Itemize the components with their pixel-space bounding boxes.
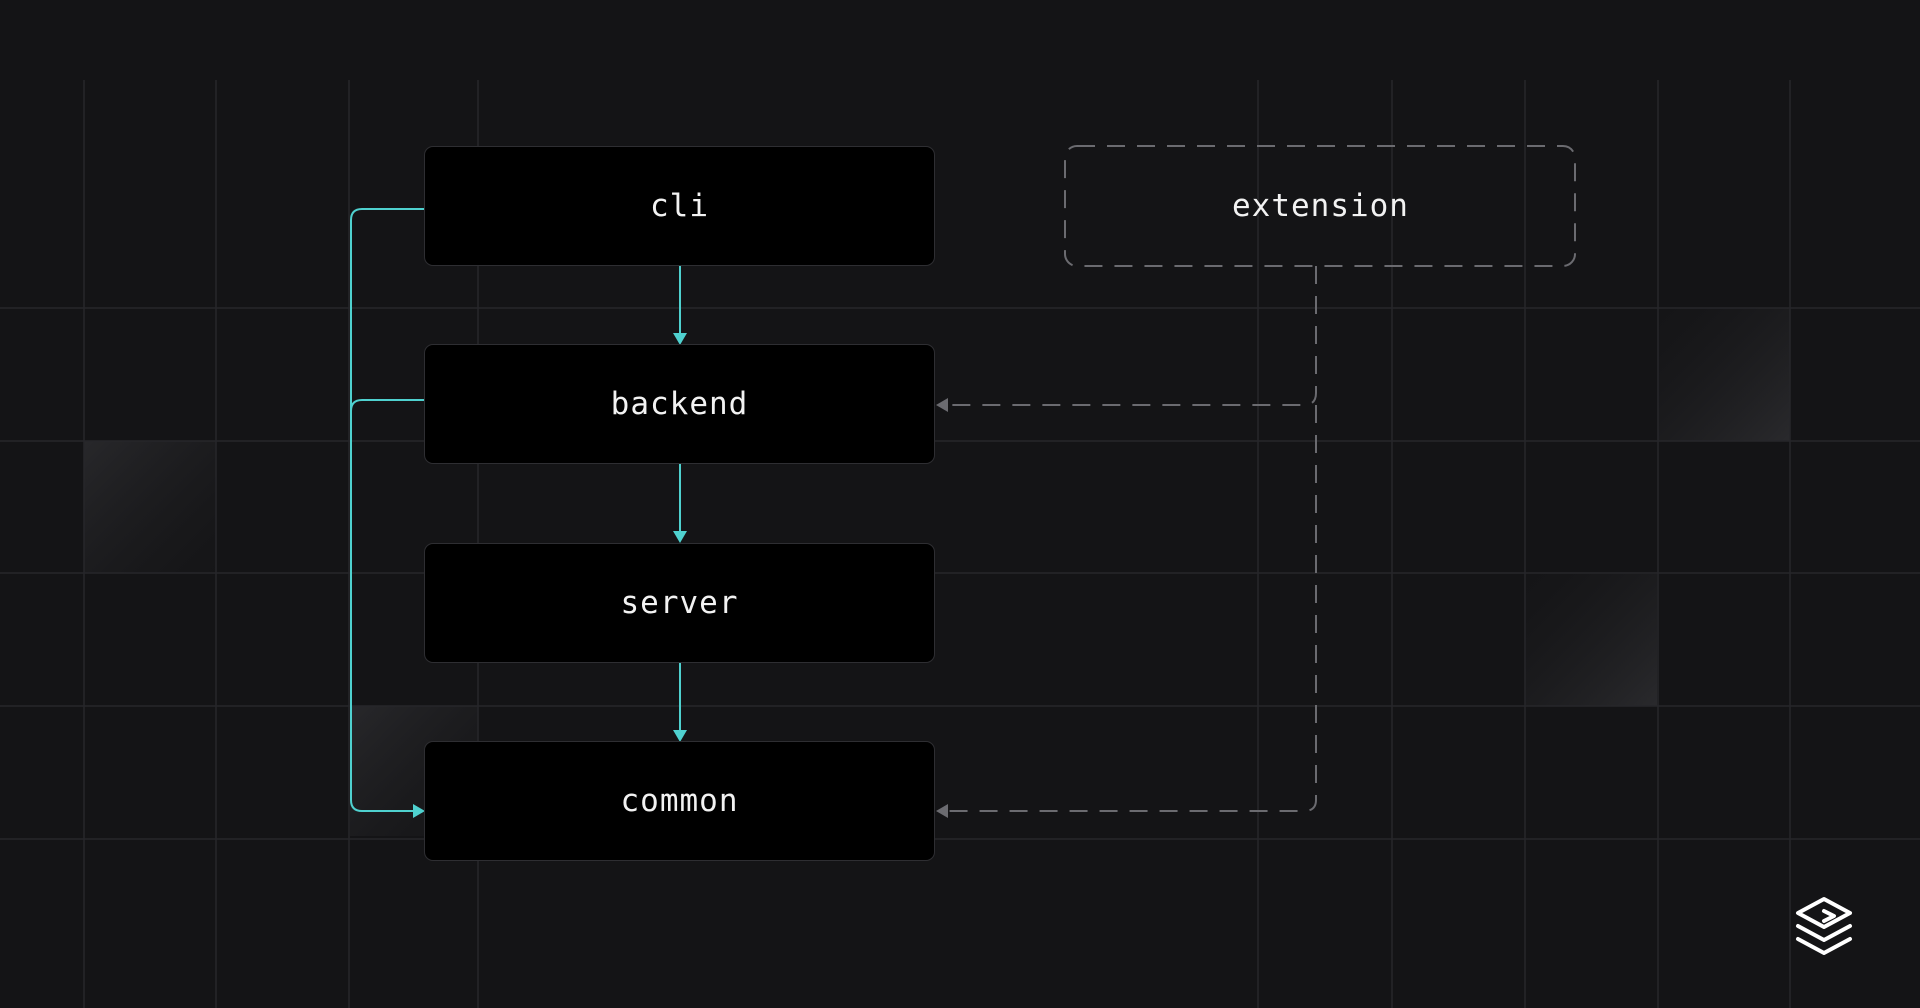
edge-extension-backend: [948, 266, 1317, 406]
arrowhead: [673, 531, 687, 543]
edges-layer: [350, 145, 1576, 818]
diagram-canvas: cli backend server common extension: [0, 0, 1920, 1008]
node-common: common: [424, 741, 935, 861]
node-server: server: [424, 543, 935, 663]
node-extension: extension: [1065, 146, 1576, 266]
node-label: extension: [1232, 188, 1409, 224]
stacked-layers-logo-icon: [1796, 897, 1852, 955]
node-backend: backend: [424, 344, 935, 464]
node-label: backend: [610, 386, 749, 422]
node-label: common: [620, 783, 739, 819]
edge-cli-common: [350, 208, 424, 812]
arrowhead: [936, 398, 948, 412]
node-cli: cli: [424, 146, 935, 266]
node-label: server: [620, 585, 739, 621]
edge-backend-common: [350, 399, 424, 420]
edge-extension-common: [948, 405, 1317, 812]
node-label: cli: [650, 188, 709, 224]
arrowhead: [936, 804, 948, 818]
